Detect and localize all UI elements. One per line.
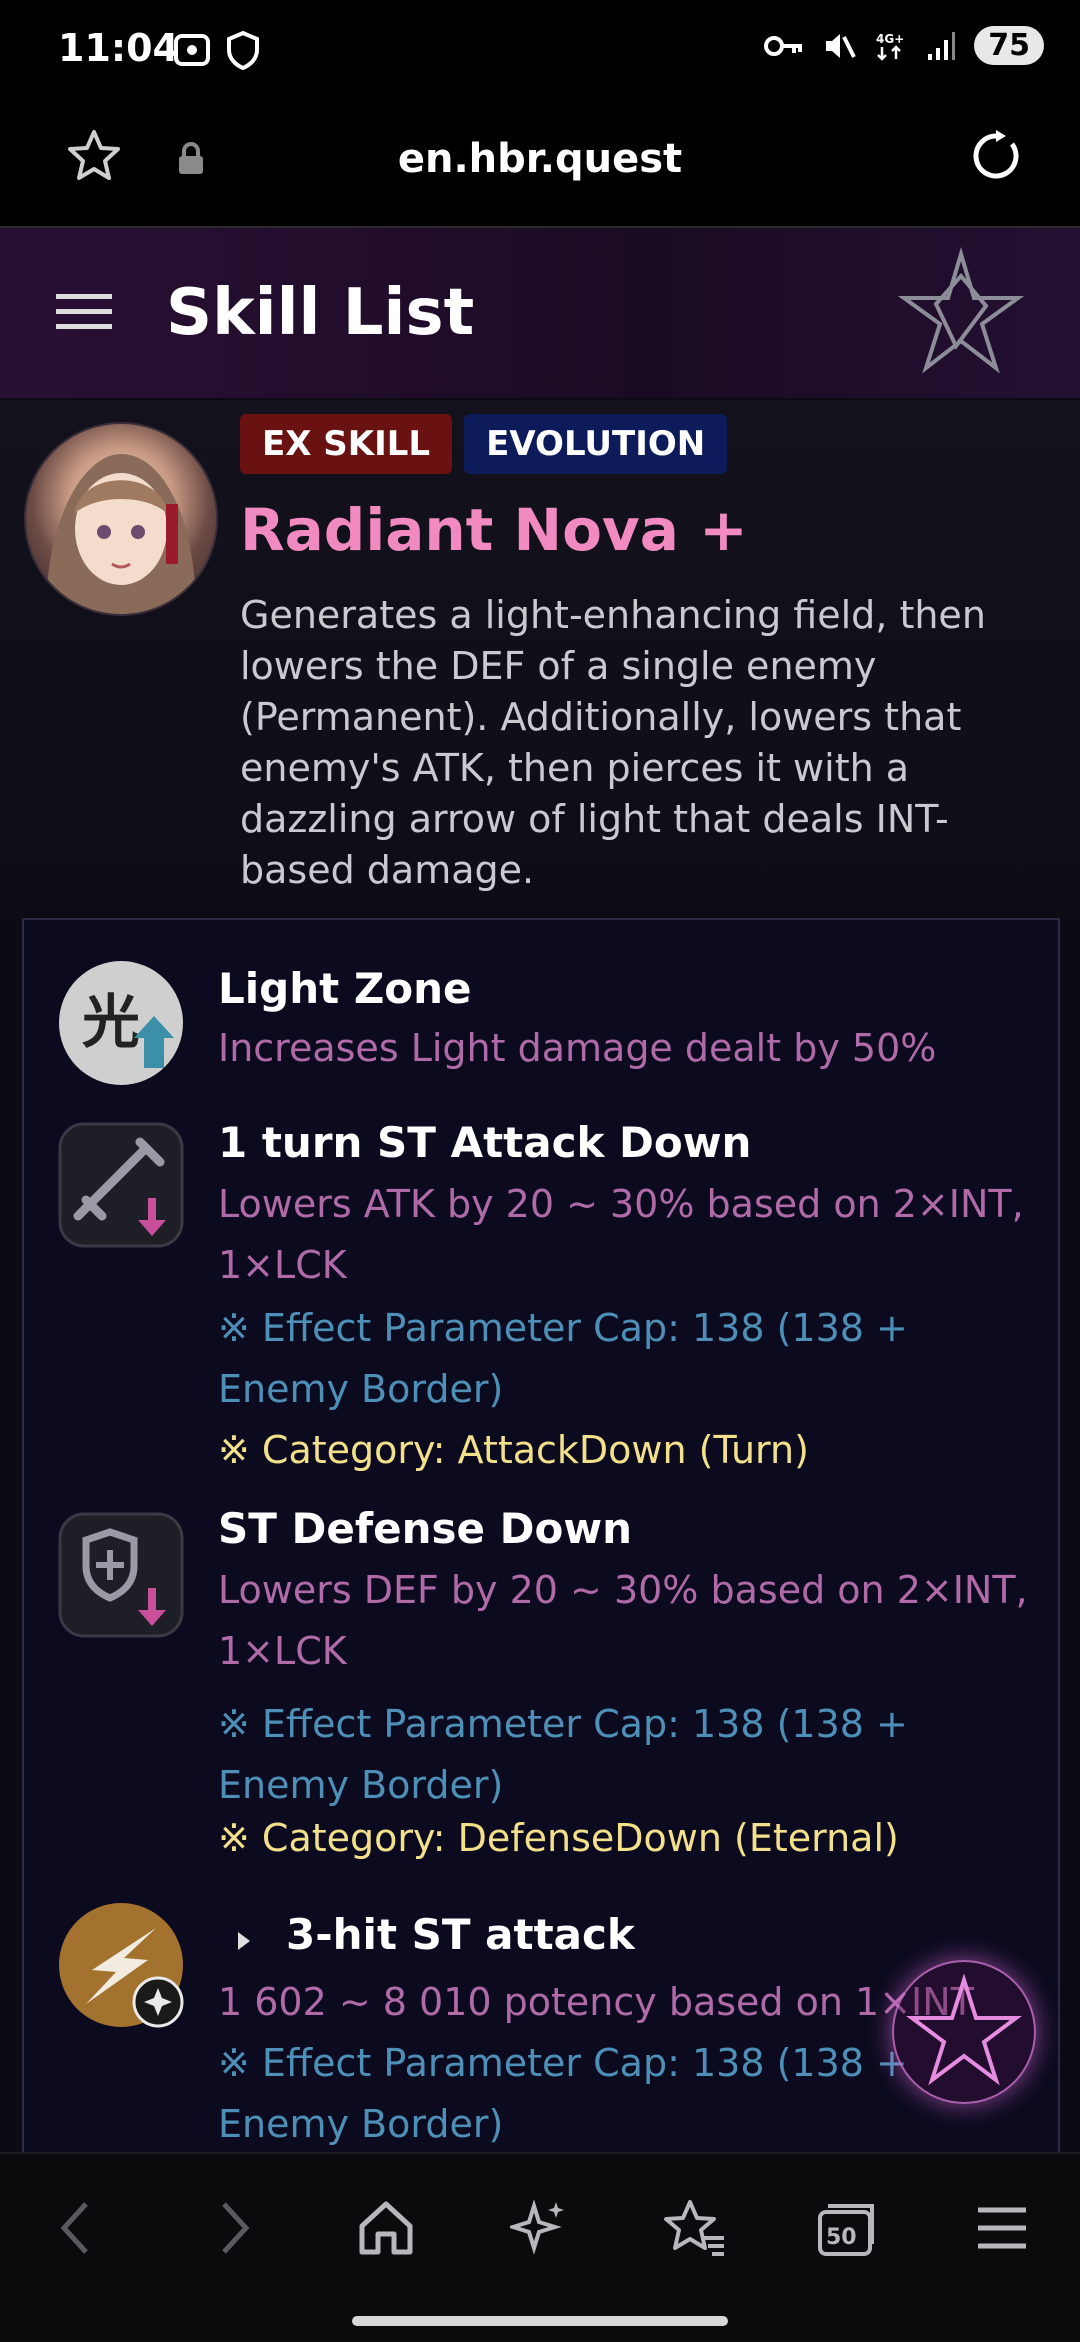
effect-category-row: ※ Category: DefenseDown (Eternal) bbox=[24, 1808, 1058, 1878]
effect-item: 光 Light Zone Increases Light damage deal… bbox=[24, 920, 1058, 1120]
effect-category-row: ※ Category: AttackDown (Turn) bbox=[24, 1420, 1058, 1490]
svg-text:4G+: 4G+ bbox=[876, 32, 904, 46]
effect-title: Light Zone bbox=[218, 964, 472, 1013]
svg-text:光: 光 bbox=[82, 988, 140, 1056]
sparkle-icon[interactable] bbox=[510, 2198, 570, 2258]
skill-badges: EX SKILL EVOLUTION bbox=[240, 414, 728, 474]
home-icon[interactable] bbox=[356, 2198, 416, 2258]
mute-icon bbox=[826, 33, 857, 58]
effect-title: 1 turn ST Attack Down bbox=[218, 1118, 752, 1167]
svg-text:50: 50 bbox=[826, 2225, 857, 2250]
defense-down-icon bbox=[58, 1512, 184, 1638]
gesture-home-bar bbox=[352, 2316, 728, 2326]
status-bar: 11:04 4G+ 75 bbox=[0, 0, 1080, 100]
battery-indicator: 75 bbox=[974, 26, 1044, 65]
tabs-icon[interactable]: 50 bbox=[816, 2198, 880, 2258]
url-text[interactable]: en.hbr.quest bbox=[0, 136, 1080, 182]
effect-cap: ※ Effect Parameter Cap: 138 (138 + Enemy… bbox=[218, 1702, 908, 1807]
browser-bottom-nav: 50 bbox=[0, 2152, 1080, 2342]
site-logo-icon[interactable] bbox=[896, 246, 1026, 376]
forward-icon[interactable] bbox=[214, 2198, 254, 2258]
skill-summary: EX SKILL EVOLUTION Radiant Nova + Genera… bbox=[0, 400, 1080, 914]
skill-description: Generates a light-enhancing field, then … bbox=[240, 593, 986, 892]
status-time: 11:04 bbox=[58, 26, 179, 70]
status-left-icons bbox=[172, 30, 260, 70]
shield-icon bbox=[227, 30, 259, 70]
reload-icon[interactable] bbox=[966, 126, 1026, 186]
effect-title[interactable]: 3-hit ST attack bbox=[286, 1910, 635, 1959]
light-attack-icon bbox=[59, 1903, 184, 2028]
effect-title: ST Defense Down bbox=[218, 1504, 633, 1553]
bookmarks-icon[interactable] bbox=[662, 2198, 726, 2258]
effect-category: ※ Category: AttackDown (Turn) bbox=[218, 1428, 809, 1472]
light-zone-icon: 光 bbox=[59, 961, 183, 1085]
effect-detail: Lowers ATK by 20 ~ 30% based on 2×INT, 1… bbox=[218, 1182, 1024, 1287]
effect-cap: ※ Effect Parameter Cap: 138 (138 + Enemy… bbox=[218, 1306, 908, 1411]
menu-icon[interactable] bbox=[976, 2198, 1028, 2258]
skill-name: Radiant Nova + bbox=[240, 496, 748, 564]
screenshot-icon bbox=[174, 34, 210, 66]
avatar-illustration bbox=[46, 454, 196, 614]
ex-skill-badge: EX SKILL bbox=[240, 414, 453, 474]
hamburger-menu-icon[interactable] bbox=[56, 292, 112, 332]
page-title: Skill List bbox=[166, 276, 475, 350]
floating-logo-button[interactable] bbox=[892, 1960, 1036, 2104]
expand-caret-icon[interactable] bbox=[232, 1926, 256, 1956]
back-icon[interactable] bbox=[56, 2198, 96, 2258]
status-right-icons: 4G+ 75 bbox=[764, 26, 1044, 65]
evolution-badge: EVOLUTION bbox=[464, 414, 728, 474]
character-avatar bbox=[24, 422, 218, 616]
effect-detail: Increases Light damage dealt by 50% bbox=[218, 1026, 937, 1070]
browser-url-bar: en.hbr.quest bbox=[0, 100, 1080, 228]
effect-category: ※ Category: DefenseDown (Eternal) bbox=[218, 1816, 899, 1860]
signal-icon bbox=[928, 31, 956, 60]
page-header: Skill List bbox=[0, 228, 1080, 398]
attack-down-icon bbox=[58, 1122, 184, 1248]
effect-detail: Lowers DEF by 20 ~ 30% based on 2×INT, 1… bbox=[218, 1568, 1028, 1673]
network-4g-icon: 4G+ bbox=[876, 32, 905, 61]
floating-logo-icon bbox=[906, 1973, 1022, 2086]
key-icon bbox=[764, 35, 803, 56]
